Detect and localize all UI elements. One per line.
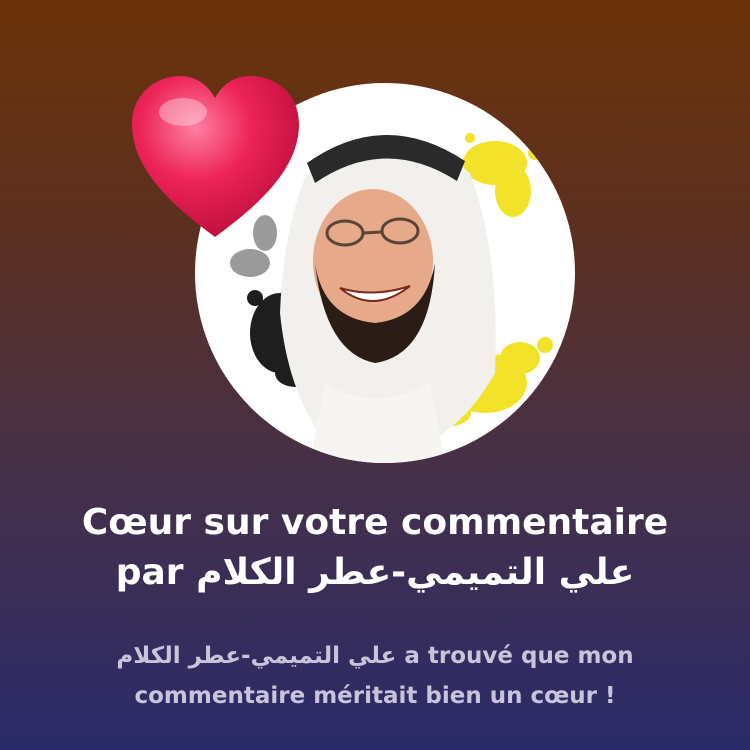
title-line-1: Cœur sur votre commentaire [81,502,669,543]
notification-message: علي التميمي-عطر الكلام a trouvé que mon … [0,636,750,716]
heart-notification-card: Cœur sur votre commentaire par علي التمي… [0,0,750,750]
title-line-2: par علي التميمي-عطر الكلام [30,548,720,598]
message-line-1: علي التميمي-عطر الكلام a trouvé que mon [60,636,690,676]
heart-icon [132,76,299,237]
message-commenter-name: علي التميمي-عطر الكلام [116,643,397,669]
notification-title: Cœur sur votre commentaire par علي التمي… [0,498,750,598]
message-line-2: commentaire méritait bien un cœur ! [134,683,616,709]
title-by-word: par [115,552,184,593]
message-line-1-text: a trouvé que mon [404,643,634,669]
commenter-name: علي التميمي-عطر الكلام [196,552,635,593]
